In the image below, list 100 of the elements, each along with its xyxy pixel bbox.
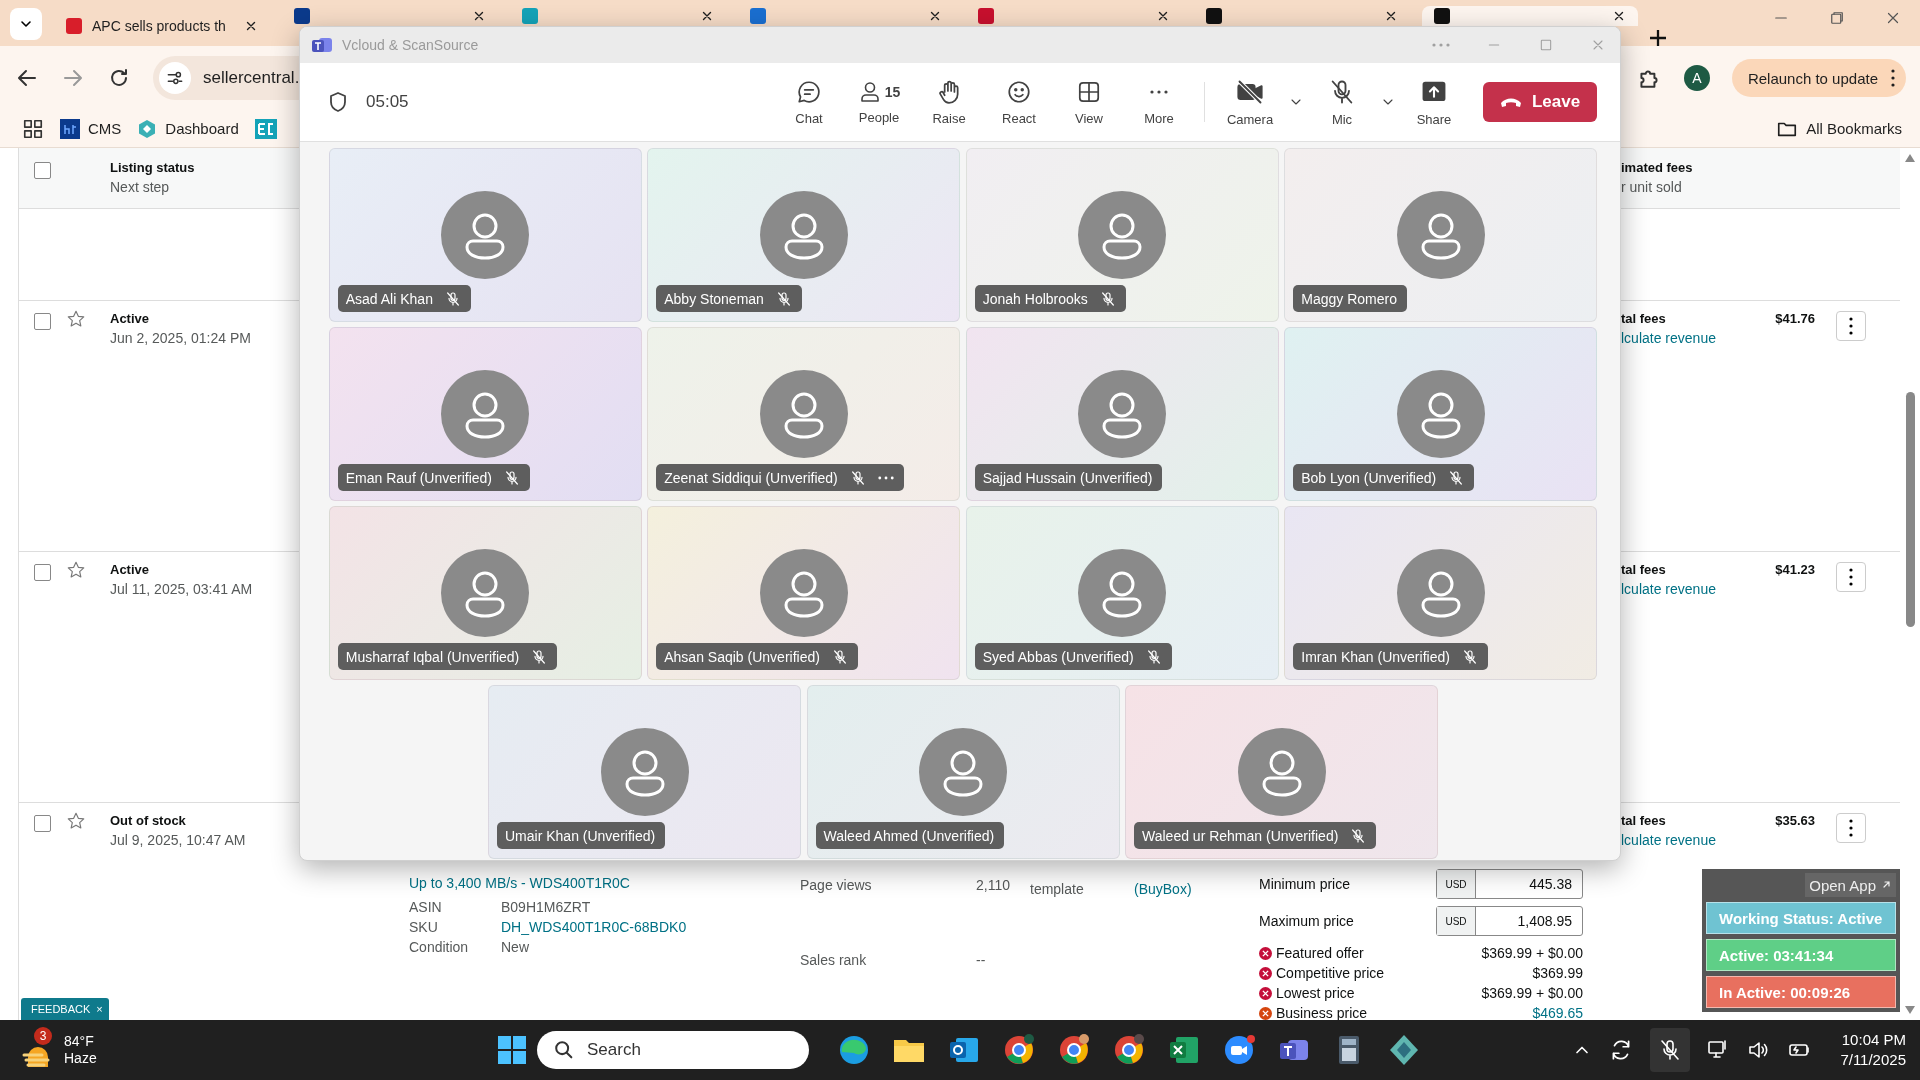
- status-date: Jul 9, 2025, 10:47 AM: [110, 832, 247, 848]
- participant-name: Asad Ali Khan: [345, 290, 433, 307]
- attribute-label: SKU: [409, 919, 439, 935]
- offer-price[interactable]: $469.65: [1532, 1005, 1583, 1021]
- weather-condition: Haze: [64, 1050, 97, 1067]
- relaunch-button[interactable]: Relaunch to update: [1731, 59, 1906, 97]
- participant-name: Imran Khan (Unverified): [1301, 648, 1450, 665]
- url-text: sellercentral.: [203, 68, 300, 88]
- column-header: imated fees: [1621, 160, 1694, 175]
- participant-tile[interactable]: Umair Khan (Unverified): [488, 685, 801, 859]
- listing-status: Active: [110, 562, 151, 577]
- buybox-link[interactable]: (BuyBox): [1134, 881, 1192, 897]
- mic-button[interactable]: Mic: [1307, 71, 1377, 133]
- participant-tile[interactable]: Sajjad Hussain (Unverified): [965, 327, 1279, 501]
- raise-button[interactable]: Raise: [914, 71, 984, 133]
- fees-amount: $41.23: [1775, 562, 1815, 577]
- participant-name: Ahsan Saqib (Unverified): [664, 648, 820, 665]
- bookmark-link[interactable]: Dashboard: [137, 118, 239, 139]
- status-bar: Active: 03:41:34: [1706, 939, 1896, 971]
- participant-tile[interactable]: Musharraf Iqbal (Unverified): [328, 506, 642, 680]
- participant-name: Jonah Holbrooks: [982, 290, 1088, 307]
- offer-label: Lowest price: [1276, 985, 1355, 1001]
- fees-amount: $35.63: [1775, 813, 1815, 828]
- offer-label: Business price: [1276, 1005, 1368, 1021]
- people-button[interactable]: 15 People: [844, 71, 914, 133]
- stat-label: Page views: [800, 877, 873, 895]
- participant-name: Umair Khan (Unverified): [505, 827, 656, 844]
- offer-price: $369.99 + $0.00: [1481, 945, 1583, 961]
- offer-price: $369.99 + $0.00: [1481, 985, 1583, 1001]
- participant-tile[interactable]: Bob Lyon (Unverified): [1284, 327, 1598, 501]
- camera-button[interactable]: Camera: [1215, 71, 1285, 133]
- participant-name: Maggy Romero: [1301, 290, 1397, 307]
- price-field[interactable]: USD 445.38: [1436, 869, 1583, 899]
- listing-status: Active: [110, 311, 151, 326]
- participant-tile[interactable]: Maggy Romero: [1284, 148, 1598, 322]
- attribute-label: ASIN: [409, 899, 443, 915]
- column-header: Listing status: [110, 160, 196, 175]
- price-label: Maximum price: [1259, 913, 1354, 929]
- feedback-tab[interactable]: FEEDBACK ×: [21, 998, 109, 1020]
- leave-button[interactable]: Leave: [1483, 82, 1597, 122]
- fees-label: tal fees: [1621, 311, 1666, 326]
- stat-value: 2,110: [976, 877, 1010, 895]
- stat-label: Sales rank: [800, 952, 868, 970]
- product-title-link[interactable]: Up to 3,400 MB/s - WDS400T1R0C: [409, 875, 800, 891]
- column-subheader: r unit sold: [1621, 179, 1683, 195]
- attribute-value: B09H1M6ZRT: [501, 899, 592, 915]
- participant-tile[interactable]: Eman Rauf (Unverified): [328, 327, 642, 501]
- clock-date[interactable]: 7/11/2025: [1840, 1050, 1906, 1070]
- search-field[interactable]: Search: [537, 1031, 809, 1069]
- status-bar: Working Status: Active: [1706, 902, 1896, 934]
- participant-name: Waleed Ahmed (Unverified): [823, 827, 995, 844]
- participant-name: Eman Rauf (Unverified): [345, 469, 493, 486]
- sku-link[interactable]: DH_WDS400T1R0C-68BDK0: [501, 919, 800, 935]
- shipping-template-label: template: [1030, 881, 1084, 897]
- participant-tile[interactable]: Imran Khan (Unverified): [1284, 506, 1598, 680]
- participant-tile[interactable]: Jonah Holbrooks: [965, 148, 1279, 322]
- participant-tile[interactable]: Waleed ur Rehman (Unverified): [1125, 685, 1438, 859]
- offer-label: Featured offer: [1276, 945, 1364, 961]
- revenue-link[interactable]: lculate revenue: [1621, 581, 1815, 597]
- attribute-label: Condition: [409, 939, 470, 955]
- price-field[interactable]: USD 1,408.95: [1436, 906, 1583, 936]
- browser-tab[interactable]: APC sells products th: [54, 6, 270, 46]
- participant-tile[interactable]: Abby Stoneman: [647, 148, 961, 322]
- participant-tile[interactable]: Waleed Ahmed (Unverified): [806, 685, 1120, 859]
- profile-avatar[interactable]: A: [1683, 65, 1710, 91]
- participant-name: Bob Lyon (Unverified): [1301, 469, 1437, 486]
- fees-amount: $41.76: [1775, 311, 1815, 326]
- attribute-value: New: [501, 939, 530, 955]
- status-bar: In Active: 00:09:26: [1706, 976, 1896, 1008]
- participant-name: Musharraf Iqbal (Unverified): [345, 648, 520, 665]
- notification-badge: 3: [34, 1027, 52, 1045]
- tab-title: APC sells products th: [92, 18, 227, 34]
- share-button[interactable]: Share: [1399, 71, 1469, 133]
- bookmarks-folder[interactable]: All Bookmarks: [1776, 117, 1902, 140]
- open-app-button[interactable]: Open App: [1805, 873, 1896, 897]
- chat-button[interactable]: Chat: [774, 71, 844, 133]
- bookmark-link[interactable]: CMS: [60, 118, 122, 139]
- react-button[interactable]: React: [984, 71, 1054, 133]
- offer-price: $369.99: [1532, 965, 1583, 981]
- view-button[interactable]: View: [1054, 71, 1124, 133]
- participant-tile[interactable]: Syed Abbas (Unverified): [965, 506, 1279, 680]
- clock-time[interactable]: 10:04 PM: [1840, 1030, 1906, 1050]
- participant-tile[interactable]: Asad Ali Khan: [328, 148, 642, 322]
- column-subheader: Next step: [110, 179, 171, 195]
- offer-label: Competitive price: [1276, 965, 1385, 981]
- fees-label: tal fees: [1621, 562, 1666, 577]
- revenue-link[interactable]: lculate revenue: [1621, 832, 1815, 848]
- stat-value: --: [976, 952, 987, 970]
- window-title: Vcloud & ScanSource: [342, 37, 479, 53]
- temperature-text: 84°F: [64, 1033, 95, 1050]
- participant-tile[interactable]: Ahsan Saqib (Unverified): [647, 506, 961, 680]
- revenue-link[interactable]: lculate revenue: [1621, 330, 1815, 346]
- price-label: Minimum price: [1259, 876, 1350, 892]
- status-date: Jul 11, 2025, 03:41 AM: [110, 581, 254, 597]
- participant-name: Sajjad Hussain (Unverified): [982, 469, 1153, 486]
- participant-tile[interactable]: Zeenat Siddiqui (Unverified): [647, 327, 961, 501]
- fees-label: tal fees: [1621, 813, 1666, 828]
- meeting-timer: 05:05: [366, 92, 409, 112]
- more-button[interactable]: More: [1124, 71, 1194, 133]
- participant-name: Syed Abbas (Unverified): [982, 648, 1134, 665]
